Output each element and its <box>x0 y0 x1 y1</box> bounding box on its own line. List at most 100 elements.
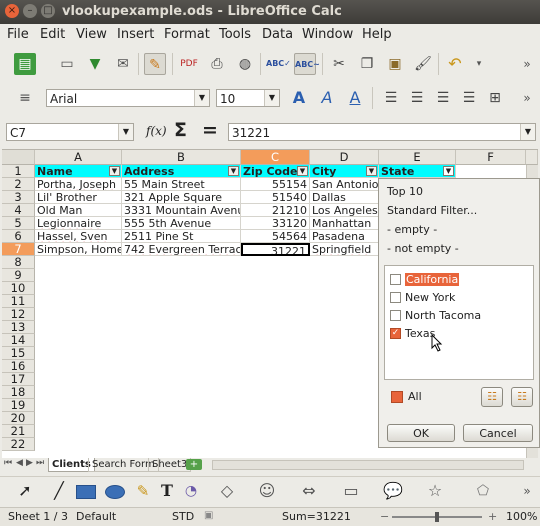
font-name-combo[interactable]: Arial ▼ <box>46 89 210 107</box>
next-sheet-icon[interactable]: ▶ <box>26 458 33 468</box>
table-cell[interactable]: Manhattan <box>310 217 379 230</box>
align-center-icon[interactable]: ☰ <box>406 87 428 109</box>
edit-file-icon[interactable]: ✎ <box>144 53 166 75</box>
formula-icon[interactable]: = <box>202 119 218 141</box>
stars-icon[interactable]: ☆ <box>424 480 446 502</box>
menu-window[interactable]: Window <box>302 27 353 42</box>
toolbar-overflow-icon[interactable]: » <box>516 480 538 502</box>
align-right-icon[interactable]: ☰ <box>432 87 454 109</box>
table-header-cell[interactable]: Name ▼ <box>35 165 122 178</box>
callout-shapes-icon[interactable]: 💬 <box>382 480 404 502</box>
menu-file[interactable]: File <box>7 27 29 42</box>
print-icon[interactable]: ⎙ <box>206 53 228 75</box>
chevron-down-icon[interactable]: ▼ <box>194 90 209 106</box>
align-left-icon[interactable]: ☰ <box>380 87 402 109</box>
table-header-cell[interactable]: State ▼ <box>379 165 456 178</box>
select-all-corner[interactable] <box>2 150 35 165</box>
font-size-combo[interactable]: 10 ▼ <box>216 89 280 107</box>
toolbar-overflow-icon[interactable]: » <box>516 87 538 109</box>
table-cell[interactable]: 2511 Pine St <box>122 230 241 243</box>
standard-filter-item[interactable]: Standard Filter... <box>387 204 477 217</box>
cut-icon[interactable]: ✂ <box>328 53 350 75</box>
symbol-shapes-icon[interactable]: ☺ <box>256 480 278 502</box>
table-cell[interactable]: 321 Apple Square <box>122 191 241 204</box>
name-box[interactable]: C7 ▼ <box>6 123 134 141</box>
freeform-line-icon[interactable]: ✎ <box>132 480 154 502</box>
ok-button[interactable]: OK <box>387 424 455 442</box>
sum-icon[interactable]: Σ <box>174 119 187 141</box>
points-icon[interactable]: ⬠ <box>472 480 494 502</box>
checkbox[interactable] <box>390 274 401 285</box>
cancel-button[interactable]: Cancel <box>463 424 533 442</box>
spellcheck-icon[interactable]: ABC✓ <box>266 53 291 75</box>
deselect-current-icon[interactable]: ☷ <box>511 387 533 407</box>
zoom-in-icon[interactable]: + <box>488 510 497 523</box>
table-header-cell[interactable]: City ▼ <box>310 165 379 178</box>
undo-icon[interactable]: ↶ <box>444 53 466 75</box>
first-sheet-icon[interactable]: ⏮ <box>4 458 12 468</box>
rectangle-icon[interactable] <box>76 485 96 499</box>
copy-icon[interactable]: ❐ <box>356 53 378 75</box>
chevron-down-icon[interactable]: ▼ <box>264 90 279 106</box>
clone-formatting-icon[interactable]: 🖌 <box>412 53 434 75</box>
toolbar-overflow-icon[interactable]: » <box>516 53 538 75</box>
table-cell[interactable]: Dallas <box>310 191 379 204</box>
menu-data[interactable]: Data <box>262 27 293 42</box>
autofilter-dropdown-icon[interactable]: ▼ <box>228 166 239 176</box>
autospellcheck-icon[interactable]: ABC~ <box>294 53 320 75</box>
list-item[interactable]: California <box>385 272 533 287</box>
all-checkbox[interactable] <box>391 391 403 403</box>
basic-shapes-icon[interactable]: ◇ <box>216 480 238 502</box>
list-item[interactable]: New York <box>385 290 533 305</box>
undo-dropdown-icon[interactable]: ▾ <box>468 53 490 75</box>
filter-top10-item[interactable]: Top 10 <box>387 185 423 198</box>
zoom-level[interactable]: 100% <box>506 510 537 523</box>
flowchart-icon[interactable]: ▭ <box>340 480 362 502</box>
checkbox[interactable] <box>390 292 401 303</box>
column-header-e[interactable]: E <box>379 150 456 165</box>
italic-icon[interactable]: A <box>316 87 338 109</box>
horizontal-scrollbar[interactable] <box>212 460 524 470</box>
table-header-cell[interactable]: Zip Code ▼ <box>241 165 310 178</box>
chevron-down-icon[interactable]: ▼ <box>520 124 535 140</box>
table-cell[interactable]: Hassel, Sven <box>35 230 122 243</box>
table-cell[interactable]: Legionnaire <box>35 217 122 230</box>
autofilter-dropdown-icon[interactable]: ▼ <box>366 166 377 176</box>
close-window-button[interactable]: × <box>5 4 19 18</box>
menu-insert[interactable]: Insert <box>117 27 154 42</box>
new-document-icon[interactable]: ▤ <box>14 53 36 75</box>
column-header-f[interactable]: F <box>456 150 526 165</box>
list-item[interactable]: ✓ Texas <box>385 326 533 341</box>
merge-cells-icon[interactable]: ⊞ <box>484 87 506 109</box>
table-cell[interactable]: Los Angeles <box>310 204 379 217</box>
column-header-g[interactable] <box>526 150 538 165</box>
last-sheet-icon[interactable]: ⏭ <box>36 458 44 468</box>
select-current-icon[interactable]: ☷ <box>481 387 503 407</box>
table-cell[interactable]: 55154 <box>241 178 310 191</box>
maximize-window-button[interactable]: □ <box>41 4 55 18</box>
menu-edit[interactable]: Edit <box>40 27 65 42</box>
callouts-icon[interactable]: ◔ <box>180 480 202 502</box>
styles-icon[interactable]: ≡ <box>14 87 36 109</box>
table-cell[interactable]: Lil' Brother <box>35 191 122 204</box>
underline-icon[interactable]: A <box>344 87 366 109</box>
table-cell[interactable]: 54564 <box>241 230 310 243</box>
save-icon[interactable]: ▼ <box>84 53 106 75</box>
table-cell[interactable]: 55 Main Street <box>122 178 241 191</box>
row-header[interactable]: 22 <box>2 438 35 451</box>
autofilter-dropdown-icon[interactable]: ▼ <box>297 166 308 176</box>
bold-icon[interactable]: A <box>288 87 310 109</box>
ellipse-icon[interactable] <box>105 485 125 499</box>
zoom-slider-handle[interactable] <box>435 512 439 522</box>
justify-icon[interactable]: ☰ <box>458 87 480 109</box>
column-header-d[interactable]: D <box>310 150 379 165</box>
table-cell[interactable]: Portha, Joseph <box>35 178 122 191</box>
tab-sheet3[interactable]: Sheet3 <box>148 458 192 472</box>
table-cell[interactable]: 742 Evergreen Terrace <box>122 243 241 256</box>
line-icon[interactable]: ╱ <box>48 480 70 502</box>
select-arrow-icon[interactable]: ➚ <box>14 480 36 502</box>
table-cell[interactable]: San Antonio <box>310 178 379 191</box>
menu-tools[interactable]: Tools <box>219 27 251 42</box>
menu-help[interactable]: Help <box>362 27 392 42</box>
autofilter-dropdown-icon[interactable]: ▼ <box>443 166 454 176</box>
